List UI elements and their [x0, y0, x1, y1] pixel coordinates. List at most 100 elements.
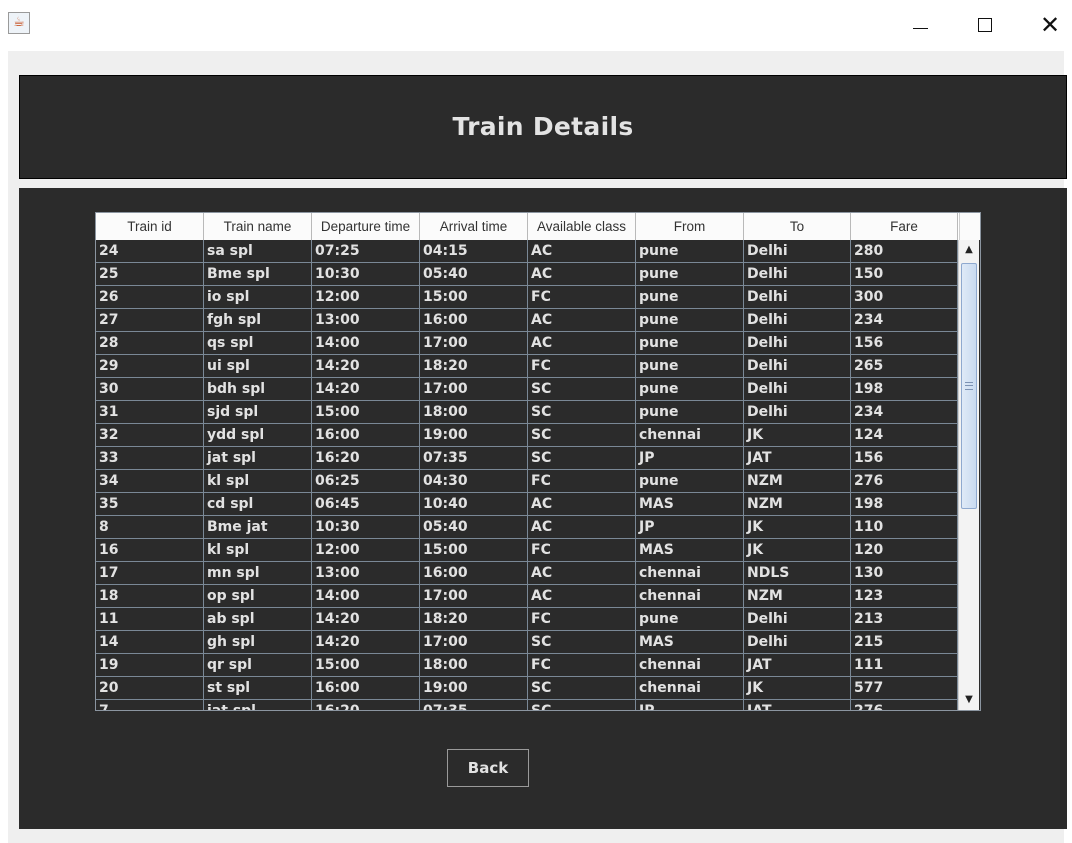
- table-cell-departure-time[interactable]: 16:00: [312, 424, 420, 447]
- table-cell-departure-time[interactable]: 06:45: [312, 493, 420, 516]
- table-cell-train-name[interactable]: cd spl: [204, 493, 312, 516]
- table-cell-from[interactable]: chennai: [636, 654, 744, 677]
- table-cell-fare[interactable]: 265: [851, 355, 958, 378]
- table-cell-train-id[interactable]: 35: [96, 493, 204, 516]
- table-cell-departure-time[interactable]: 12:00: [312, 286, 420, 309]
- table-cell-to[interactable]: NZM: [744, 585, 851, 608]
- column-header-departure-time[interactable]: Departure time: [312, 213, 420, 240]
- table-cell-train-id[interactable]: 8: [96, 516, 204, 539]
- table-cell-train-id[interactable]: 28: [96, 332, 204, 355]
- table-cell-departure-time[interactable]: 15:00: [312, 654, 420, 677]
- table-row[interactable]: 28 qs spl 14:00 17:00 AC pune Delhi 156: [96, 332, 958, 355]
- table-row[interactable]: 27 fgh spl 13:00 16:00 AC pune Delhi 234: [96, 309, 958, 332]
- table-cell-train-name[interactable]: ydd spl: [204, 424, 312, 447]
- table-cell-train-id[interactable]: 32: [96, 424, 204, 447]
- table-cell-available-class[interactable]: AC: [528, 263, 636, 286]
- table-cell-to[interactable]: Delhi: [744, 378, 851, 401]
- table-cell-available-class[interactable]: FC: [528, 286, 636, 309]
- column-header-train-id[interactable]: Train id: [96, 213, 204, 240]
- table-row[interactable]: 17 mn spl 13:00 16:00 AC chennai NDLS 130: [96, 562, 958, 585]
- table-cell-train-name[interactable]: mn spl: [204, 562, 312, 585]
- table-row[interactable]: 29 ui spl 14:20 18:20 FC pune Delhi 265: [96, 355, 958, 378]
- table-cell-fare[interactable]: 276: [851, 470, 958, 493]
- table-cell-to[interactable]: NZM: [744, 493, 851, 516]
- table-row[interactable]: 14 gh spl 14:20 17:00 SC MAS Delhi 215: [96, 631, 958, 654]
- table-cell-fare[interactable]: 110: [851, 516, 958, 539]
- table-cell-departure-time[interactable]: 14:20: [312, 631, 420, 654]
- table-cell-from[interactable]: pune: [636, 286, 744, 309]
- table-cell-to[interactable]: Delhi: [744, 286, 851, 309]
- column-header-from[interactable]: From: [636, 213, 744, 240]
- table-cell-departure-time[interactable]: 14:00: [312, 332, 420, 355]
- table-cell-train-name[interactable]: sjd spl: [204, 401, 312, 424]
- table-row[interactable]: 32 ydd spl 16:00 19:00 SC chennai JK 124: [96, 424, 958, 447]
- table-cell-train-id[interactable]: 11: [96, 608, 204, 631]
- table-cell-fare[interactable]: 156: [851, 332, 958, 355]
- table-cell-departure-time[interactable]: 10:30: [312, 516, 420, 539]
- column-header-fare[interactable]: Fare: [851, 213, 958, 240]
- table-row[interactable]: 34 kl spl 06:25 04:30 FC pune NZM 276: [96, 470, 958, 493]
- column-header-arrival-time[interactable]: Arrival time: [420, 213, 528, 240]
- table-cell-from[interactable]: JP: [636, 447, 744, 470]
- table-cell-available-class[interactable]: AC: [528, 493, 636, 516]
- table-cell-fare[interactable]: 156: [851, 447, 958, 470]
- table-cell-train-name[interactable]: Bme jat: [204, 516, 312, 539]
- table-cell-train-name[interactable]: qs spl: [204, 332, 312, 355]
- table-cell-from[interactable]: MAS: [636, 631, 744, 654]
- table-cell-departure-time[interactable]: 14:20: [312, 355, 420, 378]
- table-cell-available-class[interactable]: AC: [528, 585, 636, 608]
- table-cell-to[interactable]: JAT: [744, 654, 851, 677]
- table-cell-arrival-time[interactable]: 18:00: [420, 654, 528, 677]
- table-cell-fare[interactable]: 213: [851, 608, 958, 631]
- table-row[interactable]: 8 Bme jat 10:30 05:40 AC JP JK 110: [96, 516, 958, 539]
- table-cell-to[interactable]: Delhi: [744, 631, 851, 654]
- table-cell-to[interactable]: Delhi: [744, 332, 851, 355]
- table-cell-available-class[interactable]: SC: [528, 677, 636, 700]
- table-cell-available-class[interactable]: FC: [528, 654, 636, 677]
- table-cell-fare[interactable]: 124: [851, 424, 958, 447]
- vertical-scrollbar[interactable]: ▲ ▼: [958, 240, 979, 710]
- table-cell-train-name[interactable]: io spl: [204, 286, 312, 309]
- table-cell-available-class[interactable]: FC: [528, 355, 636, 378]
- table-cell-arrival-time[interactable]: 04:30: [420, 470, 528, 493]
- table-cell-departure-time[interactable]: 06:25: [312, 470, 420, 493]
- table-cell-train-name[interactable]: Bme spl: [204, 263, 312, 286]
- table-cell-available-class[interactable]: FC: [528, 608, 636, 631]
- table-cell-fare[interactable]: 123: [851, 585, 958, 608]
- table-cell-arrival-time[interactable]: 17:00: [420, 585, 528, 608]
- table-cell-train-id[interactable]: 16: [96, 539, 204, 562]
- table-row[interactable]: 7jat spl16:2007:35SCJPJAT276: [96, 700, 958, 710]
- table-row[interactable]: 11 ab spl 14:20 18:20 FC pune Delhi 213: [96, 608, 958, 631]
- back-button[interactable]: Back: [447, 749, 529, 787]
- table-cell-train-name[interactable]: gh spl: [204, 631, 312, 654]
- table-cell-train-id[interactable]: 20: [96, 677, 204, 700]
- table-cell-arrival-time[interactable]: 15:00: [420, 286, 528, 309]
- table-row[interactable]: 16 kl spl 12:00 15:00 FC MAS JK 120: [96, 539, 958, 562]
- table-cell-fare[interactable]: 276: [851, 700, 958, 710]
- table-row[interactable]: 19 qr spl 15:00 18:00 FC chennai JAT 111: [96, 654, 958, 677]
- table-cell-arrival-time[interactable]: 18:20: [420, 608, 528, 631]
- table-cell-train-name[interactable]: jat spl: [204, 447, 312, 470]
- table-cell-from[interactable]: pune: [636, 263, 744, 286]
- table-cell-fare[interactable]: 120: [851, 539, 958, 562]
- table-cell-train-id[interactable]: 29: [96, 355, 204, 378]
- table-cell-from[interactable]: pune: [636, 332, 744, 355]
- table-cell-arrival-time[interactable]: 19:00: [420, 677, 528, 700]
- table-cell-fare[interactable]: 234: [851, 309, 958, 332]
- table-cell-train-name[interactable]: jat spl: [204, 700, 312, 710]
- table-row[interactable]: 24 sa spl 07:25 04:15 AC pune Delhi 280: [96, 240, 958, 263]
- table-cell-arrival-time[interactable]: 15:00: [420, 539, 528, 562]
- table-cell-arrival-time[interactable]: 16:00: [420, 562, 528, 585]
- table-cell-from[interactable]: pune: [636, 470, 744, 493]
- table-cell-fare[interactable]: 234: [851, 401, 958, 424]
- table-row[interactable]: 31 sjd spl 15:00 18:00 SC pune Delhi 234: [96, 401, 958, 424]
- table-cell-available-class[interactable]: AC: [528, 240, 636, 263]
- table-cell-train-name[interactable]: st spl: [204, 677, 312, 700]
- table-cell-to[interactable]: JK: [744, 516, 851, 539]
- table-cell-fare[interactable]: 300: [851, 286, 958, 309]
- table-cell-train-id[interactable]: 24: [96, 240, 204, 263]
- table-cell-to[interactable]: Delhi: [744, 608, 851, 631]
- table-cell-available-class[interactable]: AC: [528, 562, 636, 585]
- table-cell-available-class[interactable]: SC: [528, 631, 636, 654]
- table-cell-departure-time[interactable]: 14:20: [312, 378, 420, 401]
